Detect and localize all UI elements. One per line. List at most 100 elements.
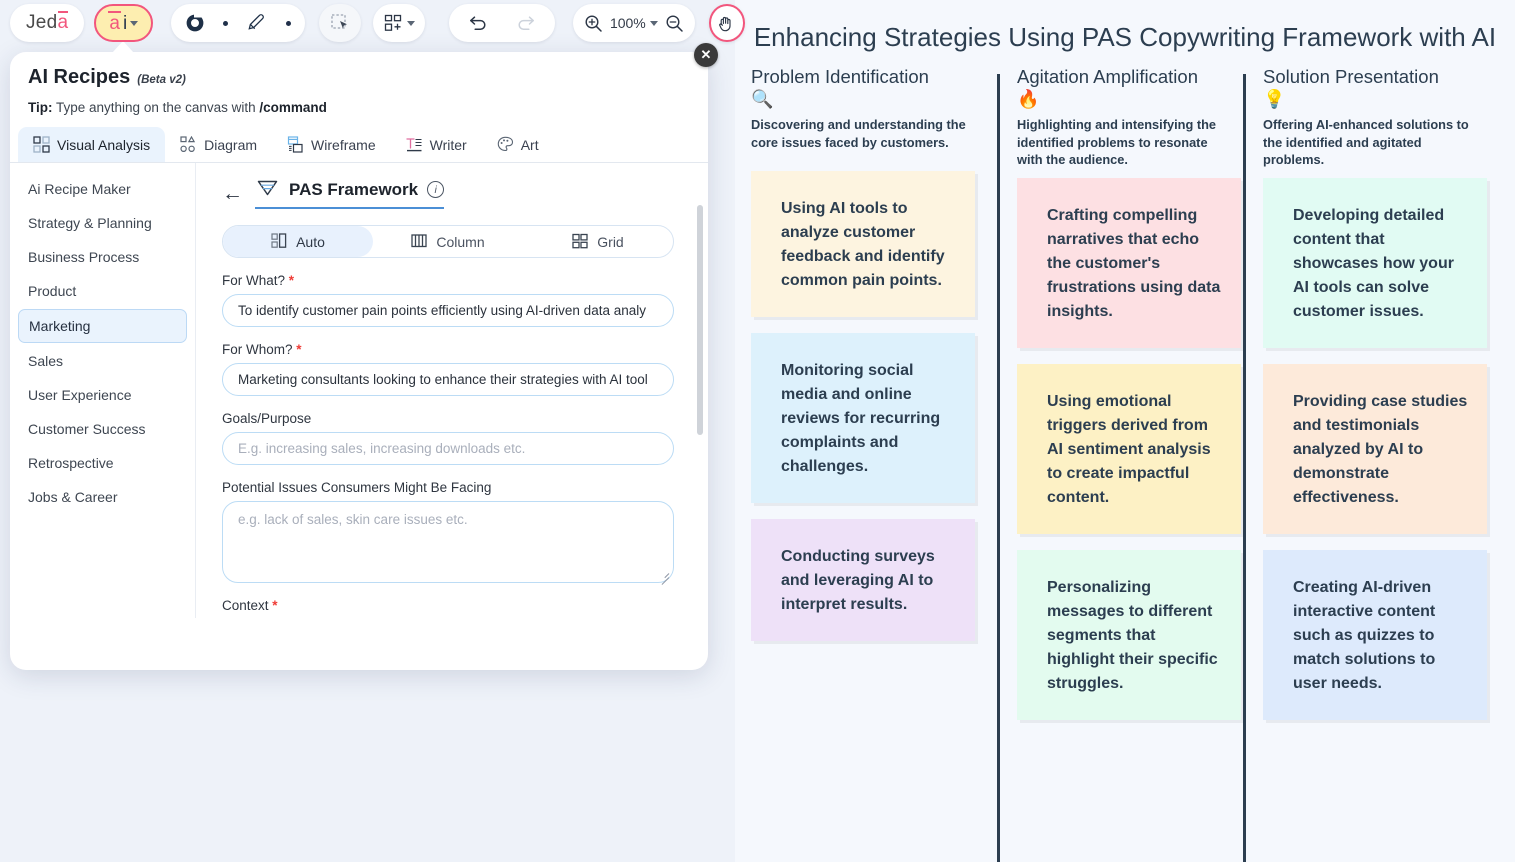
framework-header: ← PAS Framework i — [222, 177, 682, 209]
zoom-group: 100% — [572, 4, 695, 42]
column-title: Agitation Amplification — [1017, 66, 1198, 88]
sticky-card[interactable]: Using AI tools to analyze customer feedb… — [751, 170, 975, 317]
tab-visual-analysis[interactable]: Visual Analysis — [18, 127, 166, 162]
selection-cursor-icon — [331, 14, 348, 29]
back-arrow-icon[interactable]: ← — [222, 183, 243, 204]
ai-button[interactable]: ai — [94, 4, 154, 42]
sticky-card[interactable]: Personalizing messages to different segm… — [1017, 550, 1241, 721]
sticky-card[interactable]: Conducting surveys and leveraging AI to … — [751, 518, 975, 641]
for-whom-input[interactable]: Marketing consultants looking to enhance… — [222, 363, 674, 396]
redo-button[interactable] — [505, 4, 547, 42]
tab-art[interactable]: Art — [482, 127, 554, 162]
sidebar-item-retrospective[interactable]: Retrospective — [18, 447, 187, 479]
column-divider — [997, 74, 1000, 862]
tab-writer[interactable]: Writer — [391, 127, 482, 162]
required-marker: * — [272, 598, 278, 613]
sidebar-item-sales[interactable]: Sales — [18, 345, 187, 377]
tab-label: Art — [520, 136, 539, 153]
layout-segmented-control: Auto Column Grid — [222, 225, 674, 258]
layout-option-label: Grid — [597, 233, 624, 250]
field-goals: Goals/Purpose E.g. increasing sales, inc… — [222, 411, 682, 465]
sticky-card[interactable]: Providing case studies and testimonials … — [1263, 364, 1487, 535]
layout-option-grid[interactable]: Grid — [523, 226, 673, 257]
sticky-card[interactable]: Crafting compelling narratives that echo… — [1017, 178, 1241, 349]
panel-tabs: Visual Analysis Diagram Wireframe Writer… — [10, 127, 708, 163]
framework-title-wrap: PAS Framework i — [255, 177, 445, 209]
field-label: Context * — [222, 598, 682, 613]
hand-tool-button[interactable] — [708, 4, 745, 42]
panel-body: Ai Recipe Maker Strategy & Planning Busi… — [10, 163, 708, 618]
auto-layout-icon — [271, 233, 287, 248]
for-what-input[interactable]: To identify customer pain points efficie… — [222, 294, 674, 327]
zoom-level-dropdown[interactable]: 100% — [610, 15, 658, 31]
zoom-in-button[interactable] — [583, 4, 604, 42]
issues-placeholder: e.g. lack of sales, skin care issues etc… — [238, 512, 468, 527]
redo-icon — [518, 16, 534, 30]
undo-button[interactable] — [457, 4, 499, 42]
sidebar-item-user-experience[interactable]: User Experience — [18, 379, 187, 411]
field-label: For What? * — [222, 273, 682, 288]
column-title: Problem Identification — [751, 66, 929, 88]
sidebar-item-ai-recipe-maker[interactable]: Ai Recipe Maker — [18, 173, 187, 205]
goals-input[interactable]: E.g. increasing sales, increasing downlo… — [222, 432, 674, 465]
shape-options-dot[interactable] — [215, 4, 236, 42]
sidebar-item-customer-success[interactable]: Customer Success — [18, 413, 187, 445]
field-label: For Whom? * — [222, 342, 682, 357]
sidebar-item-jobs-career[interactable]: Jobs & Career — [18, 481, 187, 513]
column-cards: Using AI tools to analyze customer feedb… — [751, 170, 983, 641]
grid-layout-icon — [572, 233, 588, 249]
lightbulb-emoji: 💡 — [1263, 89, 1286, 110]
wireframe-icon — [287, 136, 303, 153]
column-cards: Developing detailed content that showcas… — [1263, 178, 1487, 721]
sidebar-item-business-process[interactable]: Business Process — [18, 241, 187, 273]
sticky-card[interactable]: Creating AI-driven interactive content s… — [1263, 550, 1487, 721]
zoom-out-button[interactable] — [664, 4, 685, 42]
jeda-logo[interactable]: Jed a — [10, 4, 85, 42]
close-icon[interactable]: ✕ — [694, 43, 718, 67]
column-description: Highlighting and intensifying the identi… — [1017, 117, 1217, 167]
shape-tool-button[interactable] — [177, 4, 213, 42]
field-label: Goals/Purpose — [222, 411, 312, 426]
tab-wireframe[interactable]: Wireframe — [272, 127, 391, 162]
layout-option-column[interactable]: Column — [373, 226, 523, 257]
column-layout-icon — [411, 234, 428, 248]
panel-scrollbar-thumb[interactable] — [697, 205, 703, 435]
ai-recipes-panel: AI Recipes (Beta v2) Tip: Type anything … — [10, 52, 708, 670]
column-cards: Crafting compelling narratives that echo… — [1017, 178, 1241, 721]
field-for-whom: For Whom? * Marketing consultants lookin… — [222, 342, 682, 396]
field-label: Potential Issues Consumers Might Be Faci… — [222, 480, 492, 495]
tab-label: Diagram — [204, 136, 258, 153]
tab-diagram[interactable]: Diagram — [165, 127, 272, 162]
pen-tool-button[interactable] — [238, 4, 276, 42]
select-tool-button[interactable] — [319, 4, 361, 42]
tip-command: /command — [259, 100, 327, 115]
field-label-text: For Whom? — [222, 342, 293, 357]
sticky-card[interactable]: Using emotional triggers derived from AI… — [1017, 364, 1241, 535]
issues-textarea[interactable]: e.g. lack of sales, skin care issues etc… — [222, 501, 674, 585]
recipe-form: ← PAS Framework i Auto Column Grid For W… — [196, 163, 708, 618]
panel-beta-badge: (Beta v2) — [137, 74, 186, 86]
layout-option-auto[interactable]: Auto — [223, 226, 373, 257]
tab-label: Writer — [429, 136, 467, 153]
sidebar-item-strategy-planning[interactable]: Strategy & Planning — [18, 207, 187, 239]
resize-grip[interactable] — [659, 569, 670, 585]
field-issues: Potential Issues Consumers Might Be Faci… — [222, 480, 682, 585]
text-icon — [405, 138, 422, 152]
page-title: AI Recipes (Beta v2) — [28, 66, 690, 89]
canvas-board: Enhancing Strategies Using PAS Copywriti… — [735, 0, 1515, 862]
ai-button-a: a — [108, 10, 121, 34]
board-column-solution-presentation: Solution Presentation 💡 Offering AI-enha… — [1243, 66, 1489, 862]
pen-options-dot[interactable] — [278, 4, 299, 42]
frame-tool-group[interactable] — [372, 4, 425, 42]
sidebar-item-product[interactable]: Product — [18, 275, 187, 307]
info-icon[interactable]: i — [427, 181, 445, 198]
sticky-card[interactable]: Monitoring social media and online revie… — [751, 332, 975, 503]
sidebar-item-marketing[interactable]: Marketing — [18, 309, 187, 343]
required-marker: * — [288, 273, 295, 288]
zoom-in-icon — [585, 14, 602, 32]
sticky-card[interactable]: Developing detailed content that showcas… — [1263, 178, 1487, 349]
zoom-chevron-down-icon — [649, 20, 658, 26]
board-column-agitation-amplification: Agitation Amplification 🔥 Highlighting a… — [997, 66, 1243, 862]
tab-label: Visual Analysis — [57, 136, 151, 153]
grid-icon — [33, 136, 50, 153]
